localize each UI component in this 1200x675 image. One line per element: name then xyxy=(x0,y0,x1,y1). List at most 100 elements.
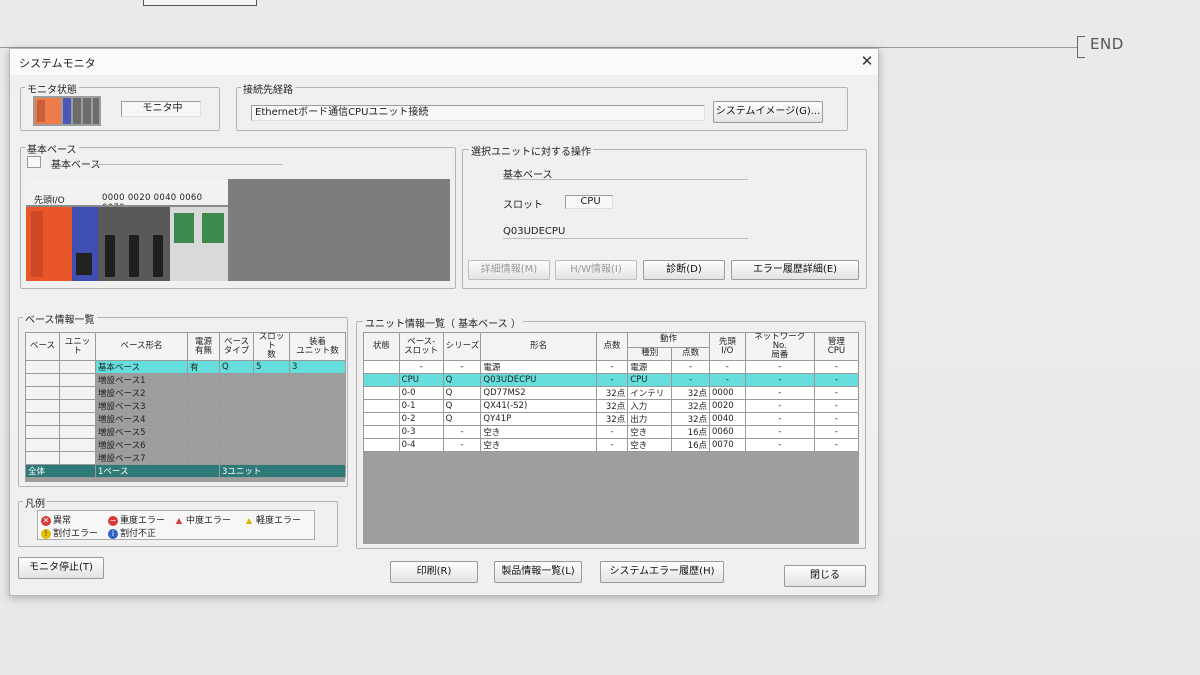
base-table-row[interactable]: 基本ベース有 Q 5 3 xyxy=(25,360,346,374)
unit-cell: 32点 xyxy=(671,385,711,400)
selected-model: Q03UDECPU xyxy=(503,226,566,237)
unit-table-row[interactable]: 0-1 Q QX41(-S2) 32点 入力 32点 0020- - xyxy=(363,398,860,413)
unit-table-row[interactable]: 0-2 Q QY41P 32点 出力 32点 0040- - xyxy=(363,411,860,426)
base-cell xyxy=(59,360,96,374)
plc-rack-icon xyxy=(33,96,101,126)
unit-cell: - xyxy=(709,360,746,374)
unit-cell: 0-0 xyxy=(398,385,444,400)
unit-table-row[interactable]: 0-0 Q QD77MS2 32点 インテリ 32点 0000- - xyxy=(363,385,860,400)
base-cell: 増設ベース6 xyxy=(95,438,188,452)
base-cell xyxy=(253,386,290,400)
base-cell xyxy=(289,425,346,439)
monitor-status-group: モニタ状態 モニタ中 xyxy=(20,81,220,131)
unit-cell: 32点 xyxy=(671,411,711,426)
legend-label: 凡例 xyxy=(23,495,47,510)
base-cell xyxy=(25,438,60,452)
rack-modules-icon[interactable] xyxy=(26,205,228,281)
unit-cell xyxy=(363,411,400,426)
base-cell xyxy=(25,373,60,387)
base-group-label: 基本ベース xyxy=(25,141,79,156)
unit-cell: 空き xyxy=(480,424,597,439)
unit-cell: Q xyxy=(442,398,482,413)
col-points: 点数 xyxy=(595,332,629,361)
system-error-history-button[interactable]: システムエラー履歴(H) xyxy=(600,561,724,583)
unit-cell: - xyxy=(744,424,815,439)
base-cell: 増設ベース7 xyxy=(95,451,188,465)
base-cell xyxy=(25,412,60,426)
unit-cell: 0060 xyxy=(709,424,746,439)
base-cell xyxy=(219,412,254,426)
base-col-header: ベース タイプ xyxy=(219,332,254,361)
unit-table-row[interactable]: - - 電源 - 電源 - - - - xyxy=(363,360,860,374)
unit-cell: 0000 xyxy=(709,385,746,400)
hw-info-button[interactable]: H/W情報(I) xyxy=(555,260,637,280)
base-cell xyxy=(219,399,254,413)
base-table-row[interactable]: 増設ベース5 xyxy=(25,425,346,439)
system-image-button[interactable]: システムイメージ(G)... xyxy=(713,101,823,123)
base-checkbox[interactable] xyxy=(27,156,41,168)
unit-cell: - xyxy=(595,360,629,374)
unit-cell: 16点 xyxy=(671,437,711,452)
col-model: 形名 xyxy=(480,332,597,361)
legend-moderate: ▲ 中度エラー xyxy=(175,515,232,527)
unit-cell: - xyxy=(744,411,815,426)
print-button[interactable]: 印刷(R) xyxy=(390,561,478,583)
title-bar: システムモニタ ✕ xyxy=(10,49,878,75)
base-group: 基本ベース 基本ベース 先頭I/O 0000 0020 0040 0060 00… xyxy=(20,141,456,289)
close-button[interactable]: 閉じる xyxy=(784,565,866,587)
base-col-header: ベース xyxy=(25,332,60,361)
connection-path-field: Ethernetボード通信CPUユニット接続 xyxy=(251,105,705,121)
unit-cell xyxy=(363,385,400,400)
unit-cell: 出力 xyxy=(627,411,673,426)
unit-cell: 0070 xyxy=(709,437,746,452)
base-table-row[interactable]: 増設ベース2 xyxy=(25,386,346,400)
product-info-list-button[interactable]: 製品情報一覧(L) xyxy=(494,561,582,583)
legend-abnormal: ✕ 異常 xyxy=(41,515,72,526)
diagnosis-button[interactable]: 診断(D) xyxy=(643,260,725,280)
error-history-detail-button[interactable]: エラー履歴詳細(E) xyxy=(731,260,859,280)
base-cell xyxy=(59,386,96,400)
unit-cell: 空き xyxy=(627,424,673,439)
legend-box: ✕ 異常 − 重度エラー ▲ 中度エラー ▲ 軽度エラー ! 割付エラー i 割付不正 xyxy=(37,510,315,540)
col-network: ネットワークNo. 局番 xyxy=(744,332,815,361)
col-mgmt-cpu: 管理 CPU xyxy=(813,332,860,361)
unit-table-row[interactable]: 0-4- 空き - 空き 16点 0070- - xyxy=(363,437,860,452)
base-cell xyxy=(289,438,346,452)
legend-assign-error: ! 割付エラー xyxy=(41,526,98,539)
unit-table-row[interactable]: CPU Q Q03UDECPU - CPU - - - - xyxy=(363,373,860,387)
base-cell xyxy=(253,373,290,387)
unit-cell: Q03UDECPU xyxy=(480,373,597,387)
dialog-title: システムモニタ xyxy=(19,57,96,70)
unit-cell: 32点 xyxy=(671,398,711,413)
unit-cell: - xyxy=(813,424,860,439)
col-status: 状態 xyxy=(363,332,400,361)
base-cell xyxy=(187,438,220,452)
base-cell xyxy=(59,438,96,452)
base-cell xyxy=(289,412,346,426)
base-table-row[interactable]: 増設ベース7 xyxy=(25,451,346,465)
unit-cell: Q xyxy=(442,411,482,426)
unit-cell: - xyxy=(813,373,860,387)
unit-cell: 0-2 xyxy=(398,411,444,426)
unit-cell: - xyxy=(813,385,860,400)
base-cell xyxy=(25,386,60,400)
base-table-row[interactable]: 増設ベース6 xyxy=(25,438,346,452)
base-table-row[interactable]: 増設ベース1 xyxy=(25,373,346,387)
base-table-row[interactable]: 増設ベース4 xyxy=(25,412,346,426)
unit-cell: - xyxy=(595,424,629,439)
unit-table-row[interactable]: 0-3- 空き - 空き 16点 0060- - xyxy=(363,424,860,439)
detail-info-button[interactable]: 詳細情報(M) xyxy=(468,260,550,280)
base-total-row: 全体 1ベース 3ユニット xyxy=(25,464,346,478)
unit-cell: QX41(-S2) xyxy=(480,398,597,413)
unit-cell: 32点 xyxy=(595,398,629,413)
base-cell xyxy=(187,451,220,465)
base-cell: 増設ベース4 xyxy=(95,412,188,426)
base-table-row[interactable]: 増設ベース3 xyxy=(25,399,346,413)
base-cell xyxy=(59,412,96,426)
base-info-table-area: ベース ユニット ベース形名 電源 有無 ベース タイプ スロット 数装着 ユニット数 基… xyxy=(25,332,346,482)
unit-cell: CPU xyxy=(627,373,673,387)
close-icon[interactable]: ✕ xyxy=(858,52,876,70)
unit-cell: - xyxy=(671,360,711,374)
base-col-header: ベース形名 xyxy=(95,332,188,361)
stop-monitor-button[interactable]: モニタ停止(T) xyxy=(18,557,104,579)
